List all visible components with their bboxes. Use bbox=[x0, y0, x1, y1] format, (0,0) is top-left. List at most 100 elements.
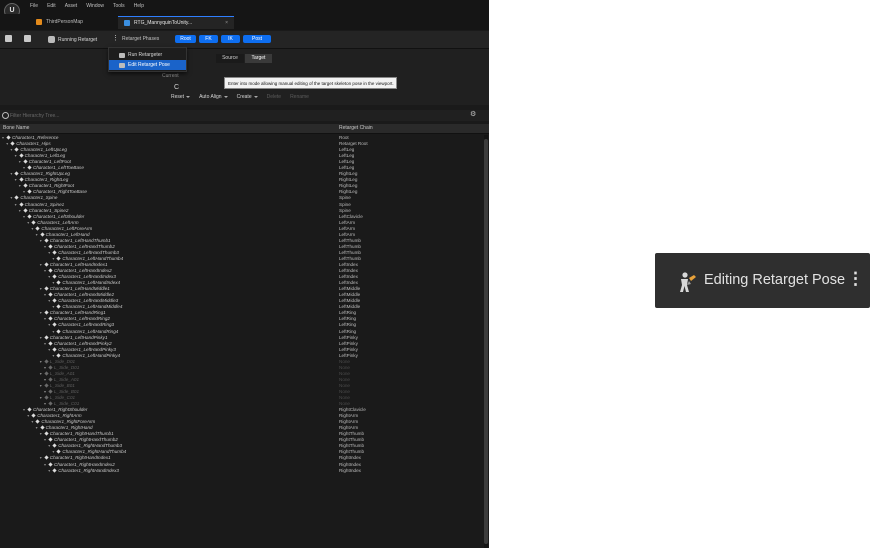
auto-align-label: Auto Align bbox=[199, 94, 222, 100]
bone-icon bbox=[27, 189, 32, 195]
delete-button[interactable]: Delete bbox=[267, 94, 281, 100]
bone-icon bbox=[27, 213, 32, 219]
table-row[interactable]: ▾ Character1_RightHandIndex3 RightIndex bbox=[0, 468, 483, 474]
menu-help[interactable]: Help bbox=[134, 3, 144, 9]
search-icon bbox=[2, 112, 9, 119]
menu-window[interactable]: Window bbox=[86, 3, 104, 9]
bone-icon bbox=[31, 413, 36, 418]
target-toggle[interactable]: Target bbox=[245, 54, 272, 63]
tab-third-person-map[interactable]: ThirdPersonMap bbox=[30, 16, 120, 28]
bone-icon bbox=[10, 141, 15, 146]
bone-icon bbox=[14, 171, 20, 176]
reset-button[interactable]: Reset bbox=[171, 94, 191, 100]
pose-letter: C bbox=[174, 84, 180, 91]
bone-icon bbox=[52, 467, 57, 473]
create-label: Create bbox=[236, 94, 252, 100]
retarget-editor-window: U File Edit Asset Window Tools Help Thir… bbox=[0, 0, 489, 548]
menu-bar: U File Edit Asset Window Tools Help bbox=[0, 0, 489, 19]
bone-icon bbox=[23, 159, 28, 164]
bone-icon bbox=[48, 437, 53, 442]
bone-icon bbox=[48, 389, 53, 394]
phase-fk-toggle[interactable]: FK bbox=[199, 35, 218, 43]
bone-icon bbox=[48, 316, 53, 322]
bone-icon bbox=[48, 401, 53, 406]
scrollbar-thumb[interactable] bbox=[484, 139, 488, 544]
bone-icon bbox=[39, 232, 45, 237]
bone-icon bbox=[44, 238, 49, 243]
level-icon bbox=[36, 19, 42, 25]
bone-icon bbox=[44, 334, 49, 340]
phase-root-toggle[interactable]: Root bbox=[175, 35, 196, 43]
phase-post-toggle[interactable]: Post bbox=[243, 35, 271, 43]
edit-pose-icon bbox=[680, 272, 696, 292]
bone-icon bbox=[52, 274, 57, 279]
bone-icon bbox=[52, 250, 57, 255]
rename-button[interactable]: Rename bbox=[290, 94, 309, 100]
menu-item-label: Edit Retarget Pose bbox=[128, 62, 170, 68]
source-toggle[interactable]: Source bbox=[216, 54, 244, 63]
bone-icon bbox=[44, 395, 49, 400]
bone-icon bbox=[27, 165, 32, 170]
menu-asset[interactable]: Asset bbox=[65, 3, 78, 9]
current-pose-label: Current bbox=[162, 73, 179, 79]
bone-icon bbox=[48, 377, 53, 382]
menu-item-run-retargeter[interactable]: Run Retargeter bbox=[109, 50, 186, 60]
bone-icon bbox=[14, 195, 20, 201]
run-icon bbox=[119, 52, 125, 58]
editing-retarget-pose-indicator[interactable]: Editing Retarget Pose ⋮ bbox=[655, 253, 870, 308]
bone-icon bbox=[56, 280, 62, 285]
edit-pose-icon bbox=[119, 62, 125, 68]
menu-item-edit-retarget-pose[interactable]: Edit Retarget Pose bbox=[109, 60, 186, 70]
phase-ik-toggle[interactable]: IK bbox=[221, 35, 240, 43]
bone-icon bbox=[48, 365, 53, 370]
retarget-chain: RightIndex bbox=[339, 467, 361, 473]
filter-hierarchy-input[interactable] bbox=[10, 111, 460, 120]
bone-icon bbox=[27, 407, 32, 412]
bone-icon bbox=[23, 207, 28, 213]
gear-icon[interactable]: ⚙ bbox=[470, 111, 476, 119]
menu-tools[interactable]: Tools bbox=[113, 3, 125, 9]
bone-icon bbox=[18, 153, 24, 158]
bone-icon bbox=[44, 383, 49, 388]
expand-arrow-icon[interactable]: ▾ bbox=[48, 468, 50, 474]
filter-bar: ⚙ bbox=[0, 110, 489, 121]
bone-icon bbox=[39, 425, 45, 430]
tab-retargeter[interactable]: RTG_MannyquinToUnity... × bbox=[118, 16, 234, 29]
edit-pose-tooltip: Enter into mode allowing manual editing … bbox=[224, 77, 397, 89]
running-retarget-button[interactable]: Running Retarget bbox=[48, 36, 97, 43]
bone-icon bbox=[56, 328, 62, 334]
create-button[interactable]: Create bbox=[237, 94, 258, 100]
editing-retarget-pose-label: Editing Retarget Pose bbox=[704, 272, 846, 288]
more-options-icon[interactable]: ⋮ bbox=[847, 269, 864, 289]
menu-item-label: Run Retargeter bbox=[128, 52, 163, 58]
running-retarget-menu: Run Retargeter Edit Retarget Pose bbox=[108, 47, 187, 72]
bone-icon bbox=[44, 371, 49, 376]
menu-file[interactable]: File bbox=[30, 3, 38, 9]
more-options-icon[interactable]: ⋮ bbox=[112, 35, 119, 42]
bone-icon bbox=[31, 220, 36, 225]
bone-icon bbox=[44, 310, 49, 315]
close-icon[interactable]: × bbox=[225, 20, 228, 26]
retargeter-asset-icon bbox=[124, 20, 130, 26]
auto-align-button[interactable]: Auto Align bbox=[199, 94, 228, 100]
bone-icon bbox=[48, 268, 53, 273]
bone-icon bbox=[35, 419, 41, 424]
document-tabs: ThirdPersonMap RTG_MannyquinToUnity... × bbox=[0, 14, 489, 30]
save-icon[interactable] bbox=[5, 35, 12, 42]
bone-icon bbox=[56, 304, 62, 309]
vertical-scrollbar[interactable] bbox=[484, 135, 488, 548]
menu-edit[interactable]: Edit bbox=[47, 3, 56, 9]
bone-icon bbox=[48, 461, 53, 467]
chevron-down-icon bbox=[186, 95, 191, 98]
menu-items: File Edit Asset Window Tools Help bbox=[30, 3, 144, 9]
toolbar: Running Retarget ⋮ Retarget Phases Root … bbox=[0, 31, 489, 49]
bone-icon bbox=[48, 244, 53, 249]
bone-icon bbox=[44, 286, 49, 291]
chevron-down-icon bbox=[253, 95, 258, 98]
browse-icon[interactable] bbox=[24, 35, 31, 42]
bone-icon bbox=[44, 359, 49, 364]
column-header-retarget-chain[interactable]: Retarget Chain bbox=[339, 125, 373, 131]
column-header-bone-name[interactable]: Bone Name bbox=[3, 125, 29, 131]
hierarchy-tree: ▾ Character1_Reference Root ▾ Character1_Hip… bbox=[0, 135, 483, 474]
retarget-phases-label: Retarget Phases bbox=[122, 36, 160, 42]
